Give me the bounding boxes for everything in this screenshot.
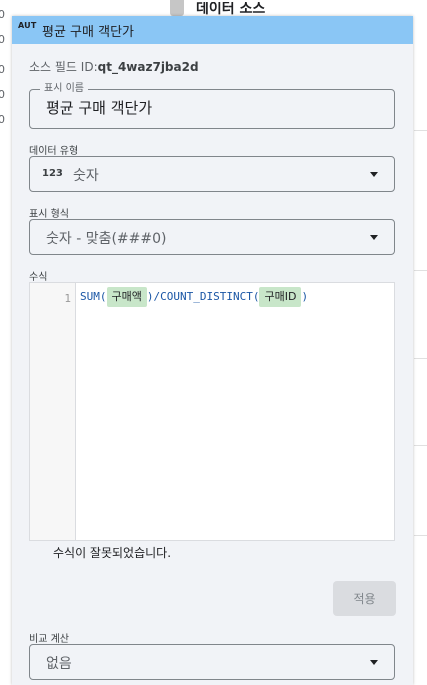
- field-chip-purchase-id[interactable]: 구매ID: [259, 287, 302, 307]
- background-divider: [414, 130, 427, 131]
- background-page-left: 0 0 0 0 0: [0, 0, 12, 685]
- apply-button[interactable]: 적용: [333, 581, 396, 616]
- dialog-header: AUT 평균 구매 객단가: [12, 16, 413, 44]
- background-number: 0: [0, 63, 5, 76]
- source-field-id-label: 소스 필드 ID:: [29, 60, 98, 74]
- background-divider: [414, 270, 427, 271]
- formula-editor[interactable]: 1 SUM(구매액)/COUNT_DISTINCT(구매ID): [29, 282, 395, 541]
- auto-field-icon: AUT: [18, 21, 37, 30]
- formula-token: SUM(: [80, 290, 107, 303]
- source-field-id: 소스 필드 ID:qt_4waz7jba2d: [29, 58, 199, 75]
- display-name-value[interactable]: 평균 구매 객단가: [46, 97, 152, 118]
- formula-token: ): [301, 290, 309, 303]
- number-type-icon: 123: [42, 168, 63, 179]
- background-number: 0: [0, 33, 5, 46]
- formula-code[interactable]: SUM(구매액)/COUNT_DISTINCT(구매ID): [80, 287, 308, 307]
- data-type-select[interactable]: 123 숫자: [29, 156, 395, 192]
- source-field-id-value: qt_4waz7jba2d: [97, 60, 199, 74]
- display-format-label: 표시 형식: [29, 209, 69, 220]
- line-number-gutter: 1: [30, 283, 76, 540]
- comparison-label: 비교 계산: [29, 634, 69, 645]
- data-type-label: 데이터 유형: [29, 146, 79, 157]
- display-format-select[interactable]: 숫자 - 맞춤(###0): [29, 219, 395, 255]
- formula-token: )/COUNT_DISTINCT(: [146, 290, 260, 303]
- line-number: 1: [64, 292, 71, 305]
- display-name-field[interactable]: 표시 이름 평균 구매 객단가: [29, 83, 395, 129]
- display-format-value: 숫자 - 맞춤(###0): [46, 231, 167, 247]
- chevron-down-icon: [370, 660, 378, 665]
- background-number: 0: [0, 113, 5, 126]
- comparison-select[interactable]: 없음: [29, 644, 395, 680]
- field-edit-dialog: AUT 평균 구매 객단가 소스 필드 ID:qt_4waz7jba2d 표시 …: [12, 16, 413, 685]
- background-heading: 데이터 소스: [196, 2, 266, 16]
- comparison-value: 없음: [46, 656, 72, 672]
- display-name-label: 표시 이름: [40, 83, 88, 95]
- chevron-down-icon: [370, 172, 378, 177]
- background-scroll-handle: [170, 0, 184, 16]
- formula-label: 수식: [29, 272, 48, 283]
- formula-error-message: 수식이 잘못되었습니다.: [53, 546, 172, 560]
- background-divider: [414, 535, 427, 536]
- dialog-title: 평균 구매 객단가: [42, 25, 134, 40]
- background-number: 0: [0, 88, 5, 101]
- background-number: 0: [0, 8, 5, 21]
- background-page-right: [413, 44, 427, 685]
- background-divider: [414, 445, 427, 446]
- data-type-value: 숫자: [73, 168, 99, 184]
- chevron-down-icon: [370, 235, 378, 240]
- field-chip-purchase-amount[interactable]: 구매액: [106, 287, 147, 307]
- background-divider: [414, 358, 427, 359]
